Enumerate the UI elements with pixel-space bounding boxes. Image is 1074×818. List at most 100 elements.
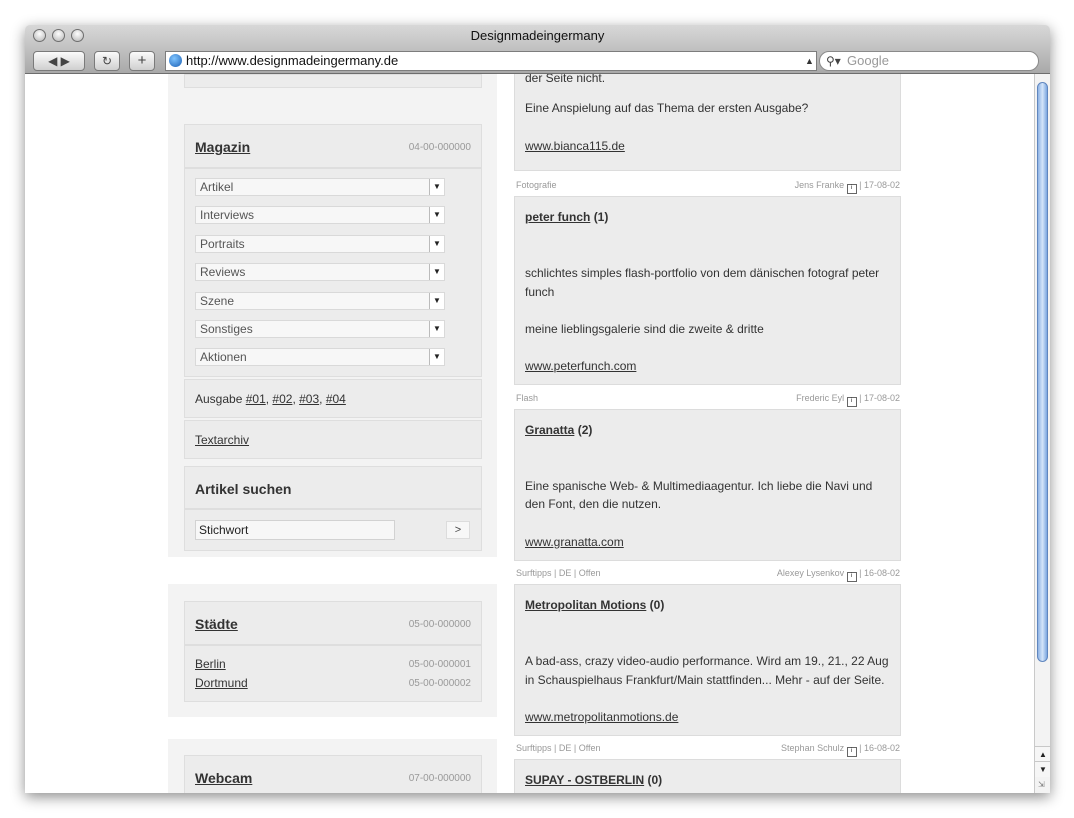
issue-link-02[interactable]: #02 (272, 392, 292, 406)
issue-link-04[interactable]: #04 (326, 392, 346, 406)
post-body-line: in Schauspielhaus Frankfurt/Main stattfi… (525, 673, 885, 687)
post-category[interactable]: Fotografie (516, 180, 557, 190)
scroll-down-icon[interactable]: ▼ (1035, 761, 1050, 777)
chevron-down-icon[interactable]: ▼ (429, 179, 444, 195)
webcam-code: 07-00-000000 (408, 773, 471, 784)
profile-icon[interactable]: i (846, 184, 857, 194)
forward-icon[interactable]: ▶ (61, 54, 70, 68)
menu-label: Aktionen (200, 350, 247, 364)
issue-link-01[interactable]: #01 (246, 392, 266, 406)
issue-link-03[interactable]: #03 (299, 392, 319, 406)
chevron-down-icon[interactable]: ▼ (429, 264, 444, 280)
post-link[interactable]: www.bianca115.de (525, 137, 625, 156)
comment-count[interactable]: (1) (594, 210, 609, 224)
magazin-header: Magazin 04-00-000000 (184, 124, 482, 168)
post-title-line: peter funch (1) (525, 210, 608, 224)
staedte-heading[interactable]: Städte (195, 616, 238, 632)
post-metropolitan-motions: Metropolitan Motions (0) A bad-ass, craz… (514, 584, 901, 736)
post-author[interactable]: Frederic Eyl (796, 393, 844, 403)
chevron-down-icon[interactable]: ▼ (429, 236, 444, 252)
post-title-line: SUPAY - OSTBERLIN (0) (525, 773, 662, 787)
menu-label: Portraits (200, 237, 245, 251)
url-text[interactable]: http://www.designmadeingermany.de (186, 52, 398, 70)
back-forward-button[interactable]: ◀ ▶ (33, 51, 85, 71)
scroll-up-icon[interactable]: ▲ (1035, 746, 1050, 762)
post-meta: Flash Frederic Eyl i | 17-08-02 (516, 393, 900, 407)
post-title-link[interactable]: Metropolitan Motions (525, 598, 646, 612)
post-link[interactable]: www.metropolitanmotions.de (525, 708, 678, 727)
url-dropdown-icon[interactable]: ▲ (805, 56, 814, 66)
scrollbar-thumb[interactable] (1037, 82, 1048, 662)
search-field[interactable]: ⚲▾ Google (819, 51, 1039, 71)
previous-box (184, 74, 482, 88)
post-body-line: A bad-ass, crazy video-audio performance… (525, 654, 889, 668)
menu-label: Szene (200, 294, 235, 308)
post-date: | 16-08-02 (859, 568, 900, 578)
post-author[interactable]: Jens Franke (795, 180, 845, 190)
profile-icon[interactable]: i (846, 572, 857, 582)
post-category[interactable]: Surftipps | DE | Offen (516, 568, 601, 578)
menu-reviews[interactable]: Reviews ▼ (195, 263, 445, 281)
staedte-code: 05-00-000000 (408, 619, 471, 630)
menu-sonstiges[interactable]: Sonstiges ▼ (195, 320, 445, 338)
post-author[interactable]: Alexey Lysenkov (777, 568, 844, 578)
chevron-down-icon[interactable]: ▼ (429, 321, 444, 337)
comment-count[interactable]: (0) (650, 598, 665, 612)
back-icon[interactable]: ◀ (48, 54, 57, 68)
post-link[interactable]: www.granatta.com (525, 533, 624, 552)
address-bar[interactable]: http://www.designmadeingermany.de (165, 51, 817, 71)
chevron-down-icon[interactable]: ▼ (429, 293, 444, 309)
city-link-berlin[interactable]: Berlin (195, 657, 226, 671)
search-heading: Artikel suchen (195, 481, 292, 497)
menu-aktionen[interactable]: Aktionen ▼ (195, 348, 445, 366)
comment-count[interactable]: (0) (647, 773, 662, 787)
post-category[interactable]: Surftipps | DE | Offen (516, 743, 601, 753)
menu-szene[interactable]: Szene ▼ (195, 292, 445, 310)
city-link-dortmund[interactable]: Dortmund (195, 676, 248, 690)
post-category[interactable]: Flash (516, 393, 538, 403)
menu-interviews[interactable]: Interviews ▼ (195, 206, 445, 224)
magazin-code: 04-00-000000 (408, 142, 471, 153)
post-date: | 16-08-02 (859, 743, 900, 753)
comment-count[interactable]: (2) (578, 423, 593, 437)
chevron-down-icon[interactable]: ▼ (429, 349, 444, 365)
add-bookmark-button[interactable]: + (129, 51, 155, 71)
post-title-link[interactable]: SUPAY - OSTBERLIN (525, 773, 644, 787)
resize-grip-icon[interactable]: ⇲ (1038, 780, 1048, 790)
chevron-down-icon[interactable]: ▼ (429, 207, 444, 223)
browser-window: Designmadeingermany ◀ ▶ ↻ + http://www.d… (25, 25, 1050, 793)
menu-label: Reviews (200, 265, 246, 279)
post-meta: Surftipps | DE | Offen Stephan Schulz i … (516, 743, 900, 757)
keyword-input[interactable]: Stichwort (195, 520, 395, 540)
menu-portraits[interactable]: Portraits ▼ (195, 235, 445, 253)
post-title-link[interactable]: Granatta (525, 423, 574, 437)
search-icon[interactable]: ⚲▾ (826, 52, 841, 70)
post-title-link[interactable]: peter funch (525, 210, 590, 224)
globe-icon (169, 54, 182, 67)
menu-artikel[interactable]: Artikel ▼ (195, 178, 445, 196)
webcam-heading[interactable]: Webcam (195, 770, 252, 786)
post-meta: Surftipps | DE | Offen Alexey Lysenkov i… (516, 568, 900, 582)
magazin-heading[interactable]: Magazin (195, 139, 250, 155)
post-supay: SUPAY - OSTBERLIN (0) (514, 759, 901, 793)
staedte-header: Städte 05-00-000000 (184, 601, 482, 645)
profile-icon[interactable]: i (846, 747, 857, 757)
reload-button[interactable]: ↻ (94, 51, 120, 71)
post-author[interactable]: Stephan Schulz (781, 743, 844, 753)
city-code: 05-00-000001 (408, 659, 471, 670)
post-date: | 17-08-02 (859, 180, 900, 190)
ausgabe-label: Ausgabe (195, 392, 243, 406)
profile-icon[interactable]: i (846, 397, 857, 407)
plus-icon[interactable]: + (138, 52, 147, 69)
reload-icon[interactable]: ↻ (102, 54, 112, 68)
textarchiv-link[interactable]: Textarchiv (195, 433, 249, 447)
staedte-list: Berlin 05-00-000001 Dortmund 05-00-00000… (184, 645, 482, 702)
post-title-line: Granatta (2) (525, 423, 592, 437)
search-submit-button[interactable]: > (446, 521, 470, 539)
title-bar: Designmadeingermany ◀ ▶ ↻ + http://www.d… (25, 25, 1050, 74)
window-title: Designmadeingermany (470, 28, 605, 43)
vertical-scrollbar[interactable]: ▲ ▼ ⇲ (1034, 74, 1050, 793)
post-link[interactable]: www.peterfunch.com (525, 357, 636, 376)
post-body-line: funch (525, 285, 555, 299)
post-peter-funch: peter funch (1) schlichtes simples flash… (514, 196, 901, 385)
